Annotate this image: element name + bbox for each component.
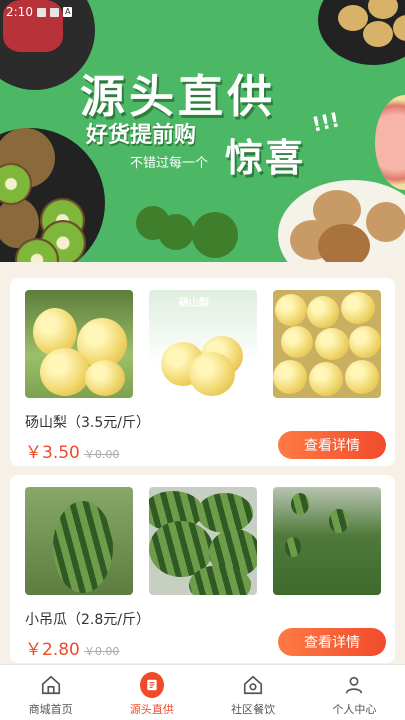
product-image[interactable] — [273, 487, 381, 595]
broccoli-image-3 — [192, 212, 238, 258]
product-card[interactable]: 砀山梨 砀山梨（3.5元/斤） ￥3.50 ￥0.00 查看详情 — [10, 278, 395, 466]
product-image[interactable] — [25, 487, 133, 595]
product-image[interactable]: 砀山梨 — [149, 290, 257, 398]
tab-label: 个人中心 — [332, 703, 377, 716]
product-name: 砀山梨（3.5元/斤） — [25, 415, 150, 431]
product-price: ￥3.50 — [25, 443, 80, 463]
home-icon — [39, 673, 63, 697]
banner-tagline: 不错过每一个 — [130, 156, 209, 171]
product-price-row: ￥2.80 ￥0.00 — [25, 635, 119, 660]
notification-icon — [36, 7, 46, 17]
tab-label: 社区餐饮 — [231, 703, 276, 716]
walnut-plate-image — [278, 180, 405, 262]
banner-title: 源头直供 — [80, 70, 277, 123]
source-direct-icon — [139, 672, 164, 698]
bottom-tab-bar: 商城首页 源头直供 社区餐饮 个人中心 — [0, 664, 405, 720]
grapefruit-image — [375, 95, 405, 190]
tab-profile[interactable]: 个人中心 — [304, 665, 405, 720]
tab-label: 商城首页 — [28, 703, 73, 716]
notification-icon-2 — [49, 7, 59, 17]
product-original-price: ￥0.00 — [83, 645, 120, 658]
keyboard-a-icon: A — [62, 7, 73, 17]
product-price-row: ￥3.50 ￥0.00 — [25, 438, 119, 463]
status-time: 2:10 — [6, 5, 33, 19]
nuts-plate-image — [318, 0, 405, 65]
view-details-button[interactable]: 查看详情 — [278, 431, 386, 459]
promo-banner[interactable]: 2:10 A 源头直供 好货提前购 不错过每一个 惊喜 !!! — [0, 0, 405, 262]
product-image[interactable] — [25, 290, 133, 398]
user-icon — [342, 673, 366, 697]
product-card[interactable]: 小吊瓜（2.8元/斤） ￥2.80 ￥0.00 查看详情 — [10, 475, 395, 663]
banner-exclaim: !!! — [309, 107, 342, 137]
product-price: ￥2.80 — [25, 640, 80, 660]
community-dining-icon — [241, 673, 265, 697]
tab-label: 源头直供 — [129, 703, 174, 716]
tab-home[interactable]: 商城首页 — [0, 665, 101, 720]
product-image-logo: 砀山梨 — [179, 298, 209, 309]
banner-highlight: 惊喜 — [225, 136, 306, 180]
broccoli-image-2 — [158, 214, 194, 250]
tab-source-direct[interactable]: 源头直供 — [101, 665, 202, 720]
product-image[interactable] — [149, 487, 257, 595]
view-details-button[interactable]: 查看详情 — [278, 628, 386, 656]
product-name: 小吊瓜（2.8元/斤） — [25, 612, 150, 628]
product-image[interactable] — [273, 290, 381, 398]
product-original-price: ￥0.00 — [83, 448, 120, 461]
tab-community-dining[interactable]: 社区餐饮 — [203, 665, 304, 720]
status-bar: 2:10 A — [6, 5, 73, 19]
banner-subtitle: 好货提前购 — [86, 123, 197, 148]
